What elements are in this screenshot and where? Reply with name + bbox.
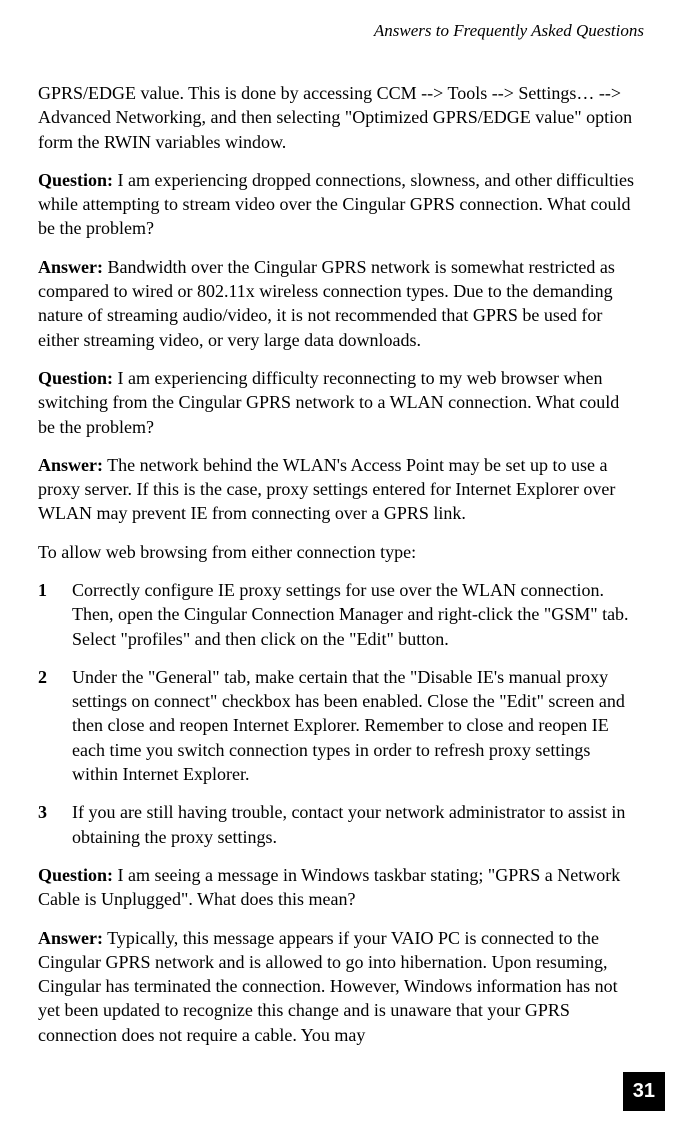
step-text: Under the "General" tab, make certain th…	[72, 665, 639, 786]
question-label: Question:	[38, 368, 113, 388]
intro-paragraph: GPRS/EDGE value. This is done by accessi…	[38, 81, 639, 154]
answer-1: Answer: Bandwidth over the Cingular GPRS…	[38, 255, 639, 352]
answer-label: Answer:	[38, 257, 103, 277]
instructions-intro: To allow web browsing from either connec…	[38, 540, 639, 564]
steps-list: 1 Correctly configure IE proxy settings …	[38, 578, 639, 849]
question-3: Question: I am seeing a message in Windo…	[38, 863, 639, 912]
page-header: Answers to Frequently Asked Questions	[38, 20, 644, 43]
answer-label: Answer:	[38, 455, 103, 475]
step-number: 1	[38, 578, 72, 651]
answer-2: Answer: The network behind the WLAN's Ac…	[38, 453, 639, 526]
step-text: If you are still having trouble, contact…	[72, 800, 639, 849]
question-text: I am experiencing difficulty reconnectin…	[38, 368, 619, 437]
step-number: 3	[38, 800, 72, 849]
question-label: Question:	[38, 865, 113, 885]
answer-text: Bandwidth over the Cingular GPRS network…	[38, 257, 615, 350]
question-text: I am seeing a message in Windows taskbar…	[38, 865, 620, 909]
step-number: 2	[38, 665, 72, 786]
page-number: 31	[623, 1072, 665, 1111]
question-2: Question: I am experiencing difficulty r…	[38, 366, 639, 439]
page-content: GPRS/EDGE value. This is done by accessi…	[38, 81, 639, 1047]
list-item: 1 Correctly configure IE proxy settings …	[38, 578, 639, 651]
list-item: 2 Under the "General" tab, make certain …	[38, 665, 639, 786]
step-text: Correctly configure IE proxy settings fo…	[72, 578, 639, 651]
question-1: Question: I am experiencing dropped conn…	[38, 168, 639, 241]
answer-3: Answer: Typically, this message appears …	[38, 926, 639, 1047]
answer-text: Typically, this message appears if your …	[38, 928, 618, 1045]
answer-label: Answer:	[38, 928, 103, 948]
answer-text: The network behind the WLAN's Access Poi…	[38, 455, 615, 524]
question-text: I am experiencing dropped connections, s…	[38, 170, 634, 239]
list-item: 3 If you are still having trouble, conta…	[38, 800, 639, 849]
question-label: Question:	[38, 170, 113, 190]
